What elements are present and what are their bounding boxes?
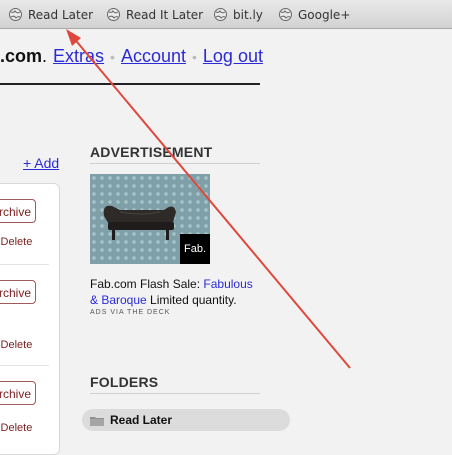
site-name-period: .	[42, 46, 48, 66]
section-divider	[90, 393, 260, 394]
globe-icon	[107, 8, 120, 21]
bookmark-label: Google+	[298, 7, 351, 22]
sofa-image	[103, 205, 176, 240]
row-actions: • Delete	[0, 422, 33, 434]
globe-icon	[9, 8, 22, 21]
account-link[interactable]: Account	[121, 46, 186, 67]
archive-button[interactable]: Archive	[0, 381, 36, 405]
delete-link[interactable]: Delete	[1, 339, 33, 351]
row-actions: • Delete	[0, 236, 33, 248]
header-divider	[0, 83, 260, 85]
nav-separator: •	[110, 49, 115, 65]
bookmarks-bar: Read Later Read It Later bit.ly Google+	[0, 0, 452, 29]
advertisement-heading: ADVERTISEMENT	[90, 144, 213, 160]
extras-link[interactable]: Extras	[53, 46, 104, 67]
row-divider	[0, 264, 49, 265]
globe-icon	[279, 8, 292, 21]
ad-credit[interactable]: ADS VIA THE DECK	[90, 309, 170, 316]
globe-icon	[214, 8, 227, 21]
add-link[interactable]: + Add	[23, 155, 59, 171]
item-list: Archive • Delete Archive • Delete Archiv…	[0, 183, 60, 455]
folder-read-later[interactable]: Read Later	[82, 409, 290, 431]
folders-heading: FOLDERS	[90, 374, 159, 390]
bookmark-read-it-later[interactable]: Read It Later	[107, 6, 203, 23]
bookmark-google-plus[interactable]: Google+	[279, 6, 350, 23]
delete-link[interactable]: Delete	[1, 236, 33, 248]
bookmark-bitly[interactable]: bit.ly	[214, 6, 263, 23]
archive-button[interactable]: Archive	[0, 280, 36, 304]
folder-label: Read Later	[110, 413, 173, 427]
site-name[interactable]: .com	[0, 46, 42, 67]
header-nav: .com . Extras • Account • Log out	[0, 46, 263, 72]
bookmark-read-later[interactable]: Read Later	[9, 6, 93, 23]
row-actions: • Delete	[0, 339, 33, 351]
archive-button[interactable]: Archive	[0, 199, 36, 223]
ad-image[interactable]: Fab.	[90, 174, 210, 264]
bookmark-label: Read It Later	[126, 7, 204, 22]
row-divider	[0, 365, 49, 366]
logout-link[interactable]: Log out	[203, 46, 263, 67]
nav-separator: •	[192, 49, 197, 65]
ad-text: Fab.com Flash Sale: Fabulous & Baroque L…	[90, 277, 253, 307]
bookmark-label: Read Later	[28, 7, 94, 22]
fab-logo: Fab.	[180, 234, 210, 264]
section-divider	[90, 163, 260, 164]
delete-link[interactable]: Delete	[1, 422, 33, 434]
bookmark-label: bit.ly	[233, 7, 263, 22]
folder-icon	[90, 416, 104, 426]
